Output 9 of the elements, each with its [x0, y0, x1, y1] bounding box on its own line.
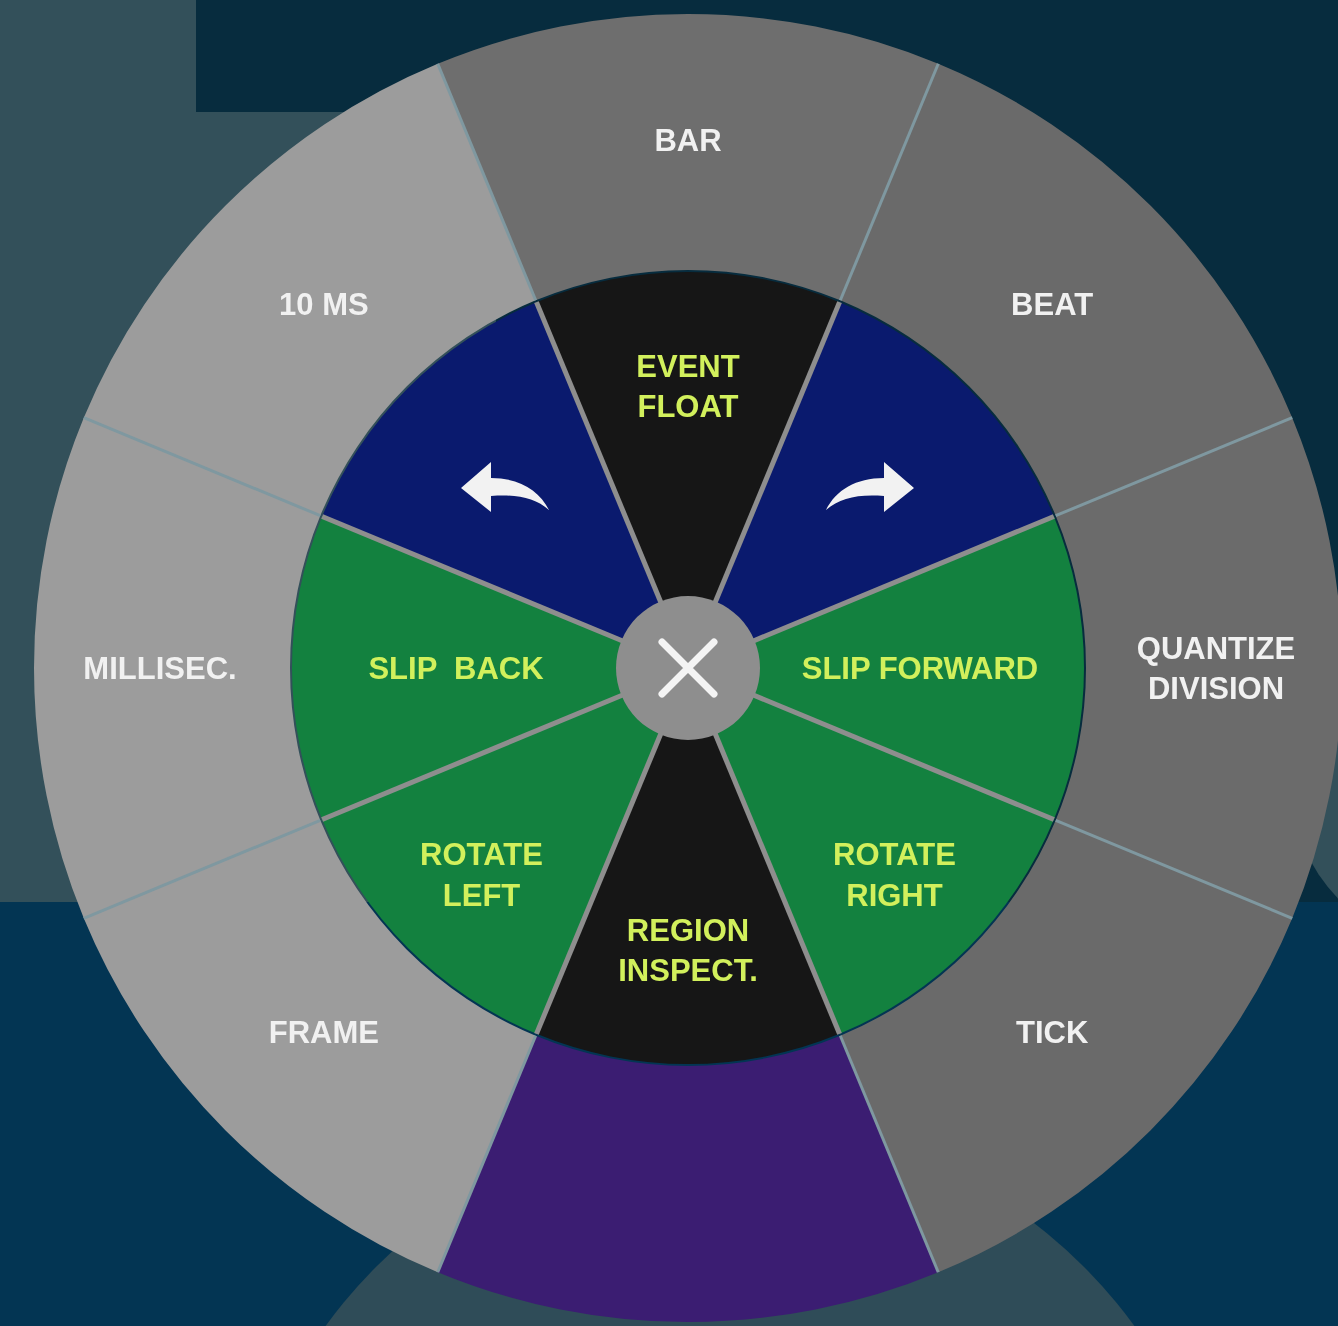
menu-option[interactable]: BEAT	[840, 63, 1293, 516]
menu-option[interactable]	[437, 1035, 939, 1321]
close-button[interactable]	[616, 596, 760, 740]
undo-arrow-icon	[461, 462, 549, 512]
menu-option[interactable]: MILLISEC.	[35, 417, 321, 919]
menu-option[interactable]: 10 MS	[83, 63, 536, 516]
menu-option[interactable]: QUANTIZE DIVISION	[1055, 417, 1338, 919]
menu-option[interactable]: BAR	[437, 15, 939, 301]
redo-arrow-icon	[826, 462, 914, 512]
